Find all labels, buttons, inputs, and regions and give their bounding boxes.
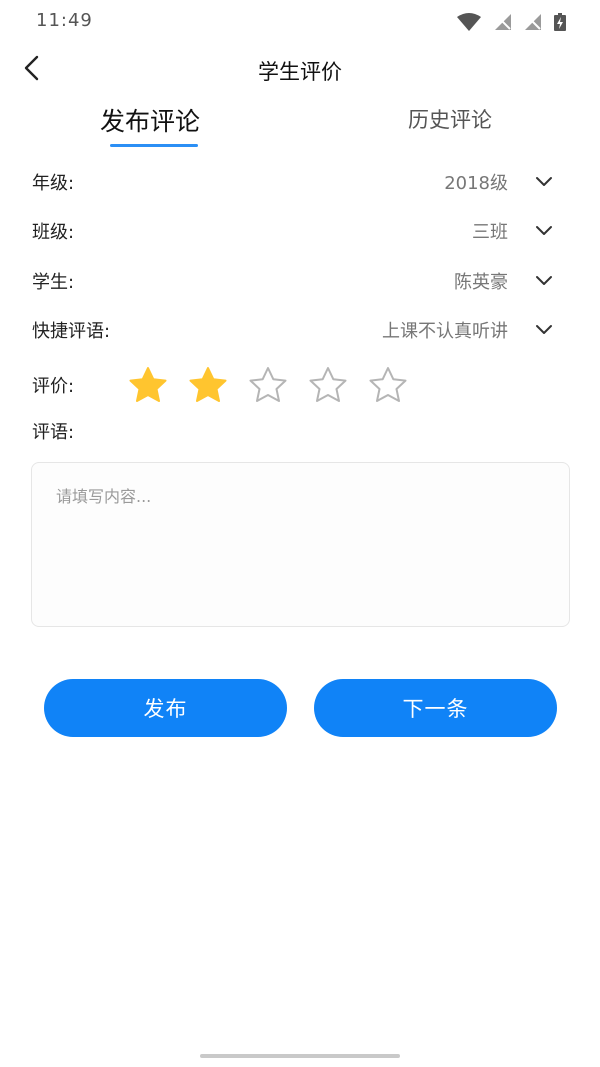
rating-row: 评价: xyxy=(0,362,600,406)
star-rating xyxy=(128,366,408,404)
star-filled-icon[interactable] xyxy=(128,366,168,404)
nav-bar: 学生评价 xyxy=(0,44,600,96)
tab-publish-comment[interactable]: 发布评论 xyxy=(100,102,200,138)
status-bar: 11:49 xyxy=(0,0,600,44)
signal-off-icon xyxy=(524,13,542,31)
signal-off-icon xyxy=(494,13,512,31)
comment-label: 评语: xyxy=(32,422,75,443)
chevron-down-icon xyxy=(534,319,554,339)
next-button[interactable]: 下一条 xyxy=(314,679,557,737)
status-icons xyxy=(456,12,566,32)
comment-input[interactable] xyxy=(31,462,570,627)
student-label: 学生: xyxy=(32,272,75,293)
rating-label: 评价: xyxy=(32,376,75,397)
star-empty-icon[interactable] xyxy=(308,366,348,404)
wifi-icon xyxy=(456,12,482,32)
class-value: 三班 xyxy=(472,222,508,243)
tab-bar: 发布评论 历史评论 xyxy=(0,98,600,152)
class-label: 班级: xyxy=(32,222,75,243)
quick-comment-label: 快捷评语: xyxy=(32,321,111,342)
star-empty-icon[interactable] xyxy=(368,366,408,404)
star-filled-icon[interactable] xyxy=(188,366,228,404)
page-title: 学生评价 xyxy=(258,60,342,84)
active-tab-indicator xyxy=(110,144,198,147)
class-select[interactable]: 班级: 三班 xyxy=(0,210,600,250)
status-time: 11:49 xyxy=(36,10,93,31)
chevron-down-icon xyxy=(534,171,554,191)
chevron-down-icon xyxy=(534,270,554,290)
student-select[interactable]: 学生: 陈英豪 xyxy=(0,260,600,300)
quick-comment-select[interactable]: 快捷评语: 上课不认真听讲 xyxy=(0,309,600,349)
tab-history-comment[interactable]: 历史评论 xyxy=(408,104,492,134)
grade-select[interactable]: 年级: 2018级 xyxy=(0,161,600,201)
chevron-down-icon xyxy=(534,220,554,240)
grade-value: 2018级 xyxy=(444,173,508,194)
quick-comment-value: 上课不认真听讲 xyxy=(382,321,508,342)
star-empty-icon[interactable] xyxy=(248,366,288,404)
home-indicator xyxy=(200,1054,400,1058)
grade-label: 年级: xyxy=(32,173,75,194)
student-value: 陈英豪 xyxy=(454,272,508,293)
battery-charging-icon xyxy=(554,13,566,31)
publish-button[interactable]: 发布 xyxy=(44,679,287,737)
